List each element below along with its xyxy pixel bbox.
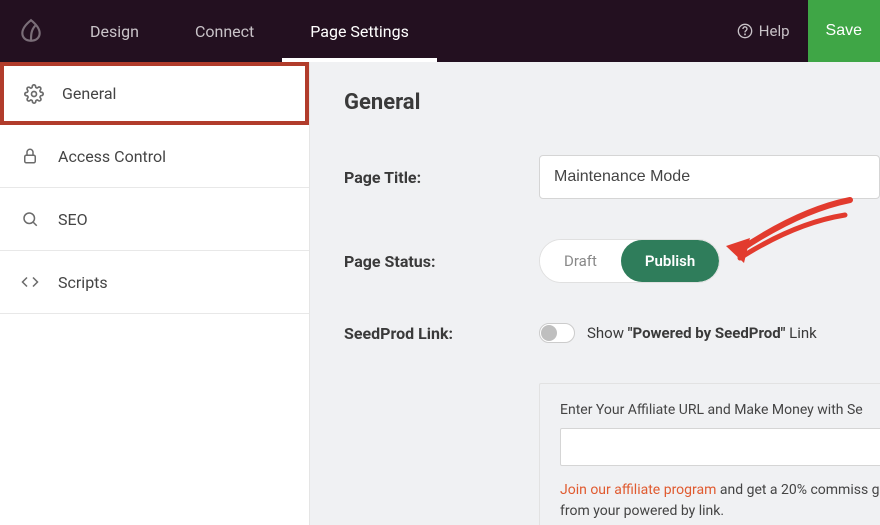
seedprod-powered: "Powered by SeedProd"	[628, 324, 786, 342]
seedprod-link-row: SeedProd Link: Show "Powered by SeedProd…	[344, 323, 880, 343]
sidebar-item-label: Scripts	[58, 273, 108, 292]
search-icon	[20, 209, 40, 229]
page-title-label: Page Title:	[344, 168, 539, 187]
settings-sidebar: General Access Control SEO	[0, 62, 310, 525]
seedprod-switch[interactable]	[539, 323, 575, 343]
status-draft-option[interactable]: Draft	[540, 240, 621, 282]
code-icon	[20, 272, 40, 292]
affiliate-program-link[interactable]: Join our affiliate program	[560, 482, 716, 498]
top-navigation: Design Connect Page Settings Help Save	[0, 0, 880, 62]
page-status-label: Page Status:	[344, 252, 539, 271]
sidebar-item-label: SEO	[58, 210, 88, 229]
sidebar-item-seo[interactable]: SEO	[0, 188, 309, 251]
seedprod-link-label: SeedProd Link:	[344, 324, 539, 343]
help-link[interactable]: Help	[737, 22, 790, 40]
status-publish-option[interactable]: Publish	[621, 240, 719, 282]
nav-page-settings[interactable]: Page Settings	[282, 0, 437, 62]
page-title-input[interactable]	[539, 155, 880, 199]
affiliate-note: Join our affiliate program and get a 20%…	[560, 480, 880, 522]
logo-icon	[0, 0, 62, 62]
affiliate-box: Enter Your Affiliate URL and Make Money …	[539, 383, 880, 525]
page-status-row: Page Status: Draft Publish	[344, 239, 880, 283]
sidebar-item-label: Access Control	[58, 147, 166, 166]
gear-icon	[24, 84, 44, 104]
sidebar-item-access-control[interactable]: Access Control	[0, 125, 309, 188]
sidebar-item-general[interactable]: General	[0, 62, 309, 125]
seedprod-link-word: Link	[785, 324, 816, 342]
page-heading: General	[344, 90, 880, 115]
sidebar-item-label: General	[62, 84, 116, 103]
status-toggle: Draft Publish	[539, 239, 720, 283]
sidebar-item-scripts[interactable]: Scripts	[0, 251, 309, 314]
content-panel: General Page Title: Page Status: Draft P…	[310, 62, 880, 525]
lock-icon	[20, 146, 40, 166]
help-icon	[737, 23, 753, 39]
affiliate-url-input[interactable]	[560, 428, 880, 466]
help-label: Help	[759, 22, 790, 40]
seedprod-text: Show "Powered by SeedProd" Link	[587, 324, 817, 342]
nav-design[interactable]: Design	[62, 0, 167, 62]
nav-connect[interactable]: Connect	[167, 0, 282, 62]
affiliate-label: Enter Your Affiliate URL and Make Money …	[560, 402, 880, 418]
seedprod-show: Show	[587, 324, 628, 342]
save-button[interactable]: Save	[808, 0, 880, 62]
page-title-row: Page Title:	[344, 155, 880, 199]
